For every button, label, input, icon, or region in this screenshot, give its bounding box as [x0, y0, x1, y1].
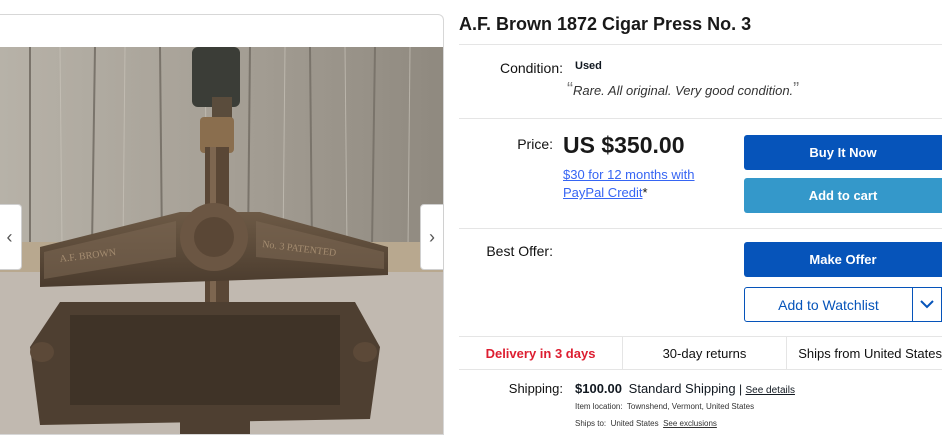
- price-amount: US $350.00: [563, 132, 685, 158]
- ships-to-value: United States: [610, 419, 659, 428]
- ships-from: Ships from United States: [798, 345, 942, 361]
- item-location-label: Item location:: [575, 402, 623, 411]
- condition-label: Condition:: [499, 60, 563, 76]
- ships-to-label: Ships to:: [575, 419, 607, 428]
- shipping-cost: $100.00: [575, 381, 622, 396]
- chevron-right-icon: ›: [429, 226, 435, 247]
- shipping-label: Shipping:: [508, 381, 563, 396]
- image-gallery: A.F. BROWN No. 3 PATENTED ‹ ›: [0, 14, 444, 435]
- chevron-down-icon: [920, 300, 934, 309]
- paypal-credit-link[interactable]: $30 for 12 months with PayPal Credit*: [563, 166, 713, 202]
- condition-quote-text: Rare. All original. Very good condition.: [573, 83, 794, 98]
- close-quote: ”: [793, 79, 800, 99]
- paypal-credit-text[interactable]: $30 for 12 months with PayPal Credit: [563, 167, 695, 200]
- item-location-value: Townshend, Vermont, United States: [626, 402, 755, 411]
- shipping-service: Standard Shipping: [628, 381, 736, 396]
- add-to-watchlist-button[interactable]: Add to Watchlist: [744, 287, 913, 322]
- chevron-left-icon: ‹: [6, 226, 13, 247]
- cigar-press-photo: A.F. BROWN No. 3 PATENTED: [0, 47, 443, 434]
- see-exclusions-link[interactable]: See exclusions: [663, 419, 717, 428]
- make-offer-button[interactable]: Make Offer: [744, 242, 942, 277]
- price-label: Price:: [517, 136, 553, 152]
- divider: [459, 118, 942, 119]
- condition-value: Used: [575, 60, 602, 72]
- returns-policy: 30-day returns: [623, 337, 787, 369]
- main-product-image[interactable]: A.F. BROWN No. 3 PATENTED: [0, 14, 444, 435]
- buy-it-now-button[interactable]: Buy It Now: [744, 135, 942, 170]
- divider: [459, 44, 942, 45]
- watchlist-dropdown-button[interactable]: [912, 287, 942, 322]
- item-title: A.F. Brown 1872 Cigar Press No. 3: [459, 14, 752, 34]
- divider: [459, 228, 942, 229]
- ships-to: Ships to: United States See exclusions: [575, 419, 717, 428]
- next-image-button[interactable]: ›: [420, 204, 444, 270]
- item-location: Item location: Townshend, Vermont, Unite…: [575, 402, 754, 411]
- shipping-summary: $100.00 Standard Shipping | See details: [575, 381, 795, 396]
- best-offer-label: Best Offer:: [486, 243, 553, 259]
- seller-condition-note: “Rare. All original. Very good condition…: [567, 79, 799, 100]
- paypal-credit-asterisk: *: [642, 185, 648, 200]
- shipping-highlights: Delivery in 3 days 30-day returns Ships …: [459, 336, 942, 370]
- shipping-separator: |: [739, 382, 743, 396]
- delivery-estimate: Delivery in 3 days: [459, 337, 623, 369]
- previous-image-button[interactable]: ‹: [0, 204, 22, 270]
- see-details-link[interactable]: See details: [745, 385, 794, 396]
- add-to-cart-button[interactable]: Add to cart: [744, 178, 942, 213]
